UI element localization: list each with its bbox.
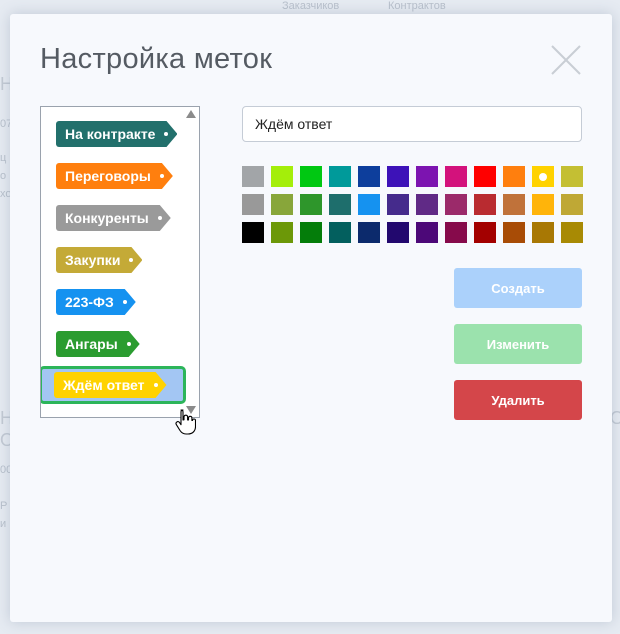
color-swatch[interactable] xyxy=(358,194,380,215)
color-swatch[interactable] xyxy=(300,166,322,187)
color-swatch[interactable] xyxy=(474,166,496,187)
color-swatch[interactable] xyxy=(271,194,293,215)
color-swatch[interactable] xyxy=(561,166,583,187)
close-icon xyxy=(551,45,581,75)
color-swatch[interactable] xyxy=(474,222,496,243)
tag-item[interactable]: Ждём ответ xyxy=(41,366,186,404)
color-swatch[interactable] xyxy=(503,166,525,187)
tag-dot-icon xyxy=(164,132,168,136)
bg-fragment: ц xyxy=(0,152,7,164)
tag-label: Переговоры xyxy=(65,168,151,184)
tag-badge: Закупки xyxy=(56,247,142,273)
dialog-title: Настройка меток xyxy=(40,43,273,75)
tag-badge: Конкуренты xyxy=(56,205,171,231)
color-swatch[interactable] xyxy=(416,222,438,243)
color-swatch[interactable] xyxy=(300,194,322,215)
close-button[interactable] xyxy=(550,44,582,76)
tag-badge: Ждём ответ xyxy=(54,372,167,398)
color-swatch[interactable] xyxy=(503,194,525,215)
color-swatch[interactable] xyxy=(358,166,380,187)
tag-label: На контракте xyxy=(65,126,156,142)
color-swatch[interactable] xyxy=(445,166,467,187)
color-swatch[interactable] xyxy=(300,222,322,243)
color-swatch[interactable] xyxy=(329,166,351,187)
bg-fragment: Р xyxy=(0,500,8,512)
tag-label: Конкуренты xyxy=(65,210,149,226)
color-swatch[interactable] xyxy=(242,194,264,215)
tag-settings-dialog: Настройка меток На контракте Переговоры Ко… xyxy=(10,14,612,622)
color-swatch[interactable] xyxy=(387,194,409,215)
color-swatch[interactable] xyxy=(503,222,525,243)
color-swatch[interactable] xyxy=(561,222,583,243)
color-swatch[interactable] xyxy=(532,166,554,187)
tag-badge: Переговоры xyxy=(56,163,173,189)
tag-label: Ангары xyxy=(65,336,118,352)
tag-dot-icon xyxy=(158,216,162,220)
color-swatch[interactable] xyxy=(561,194,583,215)
color-swatch[interactable] xyxy=(387,166,409,187)
color-swatch[interactable] xyxy=(329,222,351,243)
tag-badge: 223-ФЗ xyxy=(56,289,136,315)
color-swatch[interactable] xyxy=(387,222,409,243)
delete-button[interactable]: Удалить xyxy=(454,380,582,420)
create-button[interactable]: Создать xyxy=(454,268,582,308)
bg-fragment: о xyxy=(0,170,7,182)
color-swatch[interactable] xyxy=(416,166,438,187)
bg-tab-customers: Заказчиков xyxy=(282,0,340,12)
tag-badge: На контракте xyxy=(56,121,177,147)
color-swatch[interactable] xyxy=(271,166,293,187)
tag-dot-icon xyxy=(123,300,127,304)
scroll-up-arrow-icon[interactable] xyxy=(186,110,196,118)
bg-fragment: и xyxy=(0,518,7,530)
tag-badge: Ангары xyxy=(56,331,140,357)
tag-dot-icon xyxy=(154,383,158,387)
tag-label: 223-ФЗ xyxy=(65,294,114,310)
edit-button[interactable]: Изменить xyxy=(454,324,582,364)
color-swatch[interactable] xyxy=(474,194,496,215)
color-swatch[interactable] xyxy=(416,194,438,215)
color-swatch[interactable] xyxy=(242,222,264,243)
color-swatch[interactable] xyxy=(242,166,264,187)
color-swatch[interactable] xyxy=(532,194,554,215)
color-swatch[interactable] xyxy=(329,194,351,215)
color-swatch[interactable] xyxy=(358,222,380,243)
tag-label: Ждём ответ xyxy=(63,377,145,393)
color-swatch[interactable] xyxy=(445,222,467,243)
tag-dot-icon xyxy=(160,174,164,178)
tag-name-input[interactable] xyxy=(242,106,582,142)
tag-dot-icon xyxy=(127,342,131,346)
tag-dot-icon xyxy=(129,258,133,262)
color-swatch[interactable] xyxy=(445,194,467,215)
bg-tab-contracts: Контрактов xyxy=(388,0,446,12)
tag-label: Закупки xyxy=(65,252,121,268)
color-swatch[interactable] xyxy=(271,222,293,243)
tag-list[interactable]: На контракте Переговоры Конкуренты Закупки 2… xyxy=(40,106,200,418)
hand-cursor-icon xyxy=(175,409,196,435)
color-swatch[interactable] xyxy=(532,222,554,243)
